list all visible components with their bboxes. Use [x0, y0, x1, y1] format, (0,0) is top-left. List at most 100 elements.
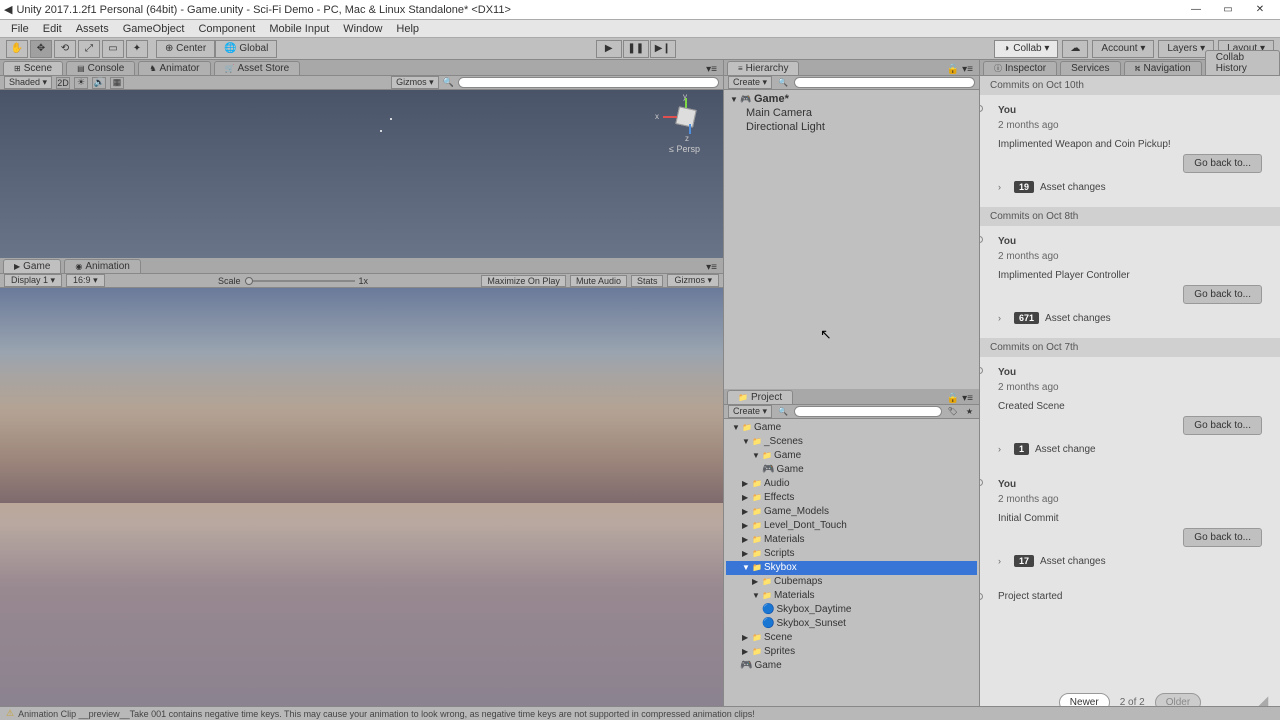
asset-changes-row[interactable]: › 17 Asset changes — [998, 551, 1262, 571]
tab-assetstore[interactable]: 🛒Asset Store — [214, 61, 301, 75]
gizmo-cube[interactable] — [675, 106, 696, 127]
collab-dropdown[interactable]: ◑Collab ▾ — [994, 40, 1058, 58]
menu-window[interactable]: Window — [336, 23, 389, 35]
project-options-icon[interactable]: 🔒 ▾≡ — [941, 393, 979, 404]
hierarchy-tabrow: ≡Hierarchy 🔒 ▾≡ — [724, 60, 979, 76]
menu-assets[interactable]: Assets — [69, 23, 116, 35]
shading-mode[interactable]: Shaded ▾ — [4, 76, 52, 89]
mode-2d-toggle[interactable]: 2D — [56, 77, 70, 89]
lighting-toggle[interactable]: ☀ — [74, 77, 88, 89]
hierarchy-root[interactable]: ▼🎮Game* — [726, 92, 977, 106]
asset-changes-row[interactable]: › 1 Asset change — [998, 439, 1262, 459]
pause-button[interactable]: ❚❚ — [623, 40, 649, 58]
tab-collab-history[interactable]: Collab History — [1205, 50, 1280, 75]
scene-options-icon[interactable]: ▾≡ — [700, 64, 723, 75]
project-folder-scenes[interactable]: ▼📁_Scenes — [726, 435, 977, 449]
minimize-button[interactable]: — — [1180, 1, 1212, 19]
step-button[interactable]: ▶❙ — [650, 40, 676, 58]
project-tree[interactable]: ▼📁Game ▼📁_Scenes ▼📁Game 🎮Game ▶📁Audio ▶📁… — [724, 419, 979, 718]
project-folder-cubemaps[interactable]: ▶📁Cubemaps — [726, 575, 977, 589]
menu-component[interactable]: Component — [191, 23, 262, 35]
hierarchy-item-camera[interactable]: Main Camera — [726, 106, 977, 120]
menu-gameobject[interactable]: GameObject — [116, 23, 192, 35]
cloud-button[interactable]: ☁ — [1062, 40, 1088, 58]
project-scene-game-root[interactable]: 🎮Game — [726, 659, 977, 673]
menu-edit[interactable]: Edit — [36, 23, 69, 35]
scene-view[interactable]: y x z ≤ Persp — [0, 90, 723, 258]
play-button[interactable]: ▶ — [596, 40, 622, 58]
asset-changes-row[interactable]: › 19 Asset changes — [998, 177, 1262, 197]
persp-label[interactable]: ≤ Persp — [669, 144, 700, 154]
mute-audio[interactable]: Mute Audio — [570, 275, 627, 287]
scene-gizmo[interactable]: y x z ≤ Persp — [661, 98, 711, 160]
project-folder-audio[interactable]: ▶📁Audio — [726, 477, 977, 491]
project-folder-skybox[interactable]: ▼📁Skybox — [726, 561, 977, 575]
project-search[interactable] — [794, 406, 942, 417]
close-button[interactable]: ✕ — [1244, 1, 1276, 19]
rotate-tool[interactable]: ⟲ — [54, 40, 76, 58]
project-folder-materials[interactable]: ▶📁Materials — [726, 533, 977, 547]
project-folder-scripts[interactable]: ▶📁Scripts — [726, 547, 977, 561]
tab-animator[interactable]: ♞Animator — [138, 61, 210, 75]
tab-inspector[interactable]: ⓘInspector — [983, 61, 1057, 75]
tab-navigation[interactable]: ⛕Navigation — [1124, 61, 1202, 75]
transform-tool[interactable]: ✦ — [126, 40, 148, 58]
go-back-button[interactable]: Go back to... — [1183, 416, 1262, 435]
menu-file[interactable]: File — [4, 23, 36, 35]
audio-toggle[interactable]: 🔊 — [92, 77, 106, 89]
project-folder-gamemodels[interactable]: ▶📁Game_Models — [726, 505, 977, 519]
asset-changes-row[interactable]: › 671 Asset changes — [998, 308, 1262, 328]
stats-button[interactable]: Stats — [631, 275, 664, 287]
project-folder-sprites[interactable]: ▶📁Sprites — [726, 645, 977, 659]
aspect-dropdown[interactable]: 16:9 ▾ — [66, 274, 105, 287]
project-folder-game[interactable]: ▼📁Game — [726, 421, 977, 435]
scale-tool[interactable]: ⤢ — [78, 40, 100, 58]
project-folder-scene-game[interactable]: ▼📁Game — [726, 449, 977, 463]
go-back-button[interactable]: Go back to... — [1183, 528, 1262, 547]
filter-icon[interactable]: 🏷 — [946, 407, 960, 416]
tab-game[interactable]: ▶Game — [3, 259, 61, 273]
tab-project[interactable]: 📁Project — [727, 390, 793, 404]
go-back-button[interactable]: Go back to... — [1183, 285, 1262, 304]
game-gizmos-dropdown[interactable]: Gizmos ▾ — [667, 274, 719, 287]
hand-tool[interactable]: ✋ — [6, 40, 28, 58]
tab-scene[interactable]: ⊞Scene — [3, 61, 63, 75]
hierarchy-search[interactable] — [794, 77, 975, 88]
tab-services[interactable]: Services — [1060, 61, 1120, 75]
project-folder-skymaterials[interactable]: ▼📁Materials — [726, 589, 977, 603]
project-folder-effects[interactable]: ▶📁Effects — [726, 491, 977, 505]
tab-animation[interactable]: ◉Animation — [64, 259, 140, 273]
pivot-center-button[interactable]: ⊕ Center — [156, 40, 215, 58]
star-icon[interactable]: ★ — [964, 407, 975, 416]
project-material-sunset[interactable]: 🔵Skybox_Sunset — [726, 617, 977, 631]
rect-tool[interactable]: ▭ — [102, 40, 124, 58]
hierarchy-create[interactable]: Create ▾ — [728, 76, 772, 89]
project-folder-scene[interactable]: ▶📁Scene — [726, 631, 977, 645]
tab-hierarchy[interactable]: ≡Hierarchy — [727, 61, 799, 75]
menu-help[interactable]: Help — [389, 23, 426, 35]
project-folder-leveldonttouch[interactable]: ▶📁Level_Dont_Touch — [726, 519, 977, 533]
gizmos-dropdown[interactable]: Gizmos ▾ — [391, 76, 439, 89]
account-dropdown[interactable]: Account ▾ — [1092, 40, 1154, 58]
game-options-icon[interactable]: ▾≡ — [700, 262, 723, 273]
maximize-button[interactable]: ▭ — [1212, 1, 1244, 19]
hierarchy-item-light[interactable]: Directional Light — [726, 120, 977, 134]
game-view[interactable] — [0, 288, 723, 718]
hierarchy-tree[interactable]: ▼🎮Game* Main Camera Directional Light — [724, 90, 979, 389]
pivot-global-button[interactable]: 🌐 Global — [215, 40, 277, 58]
scale-slider[interactable] — [245, 280, 355, 282]
collab-history-panel[interactable]: Commits on Oct 10th You 2 months ago Imp… — [980, 76, 1280, 718]
commit-date-oct7: Commits on Oct 7th — [980, 338, 1280, 357]
project-create[interactable]: Create ▾ — [728, 405, 772, 418]
project-material-daytime[interactable]: 🔵Skybox_Daytime — [726, 603, 977, 617]
scene-search[interactable] — [458, 77, 719, 88]
fx-toggle[interactable]: ▦ — [110, 77, 124, 89]
hierarchy-options-icon[interactable]: 🔒 ▾≡ — [941, 64, 979, 75]
maximize-on-play[interactable]: Maximize On Play — [481, 275, 566, 287]
move-tool[interactable]: ✥ — [30, 40, 52, 58]
menu-mobileinput[interactable]: Mobile Input — [262, 23, 336, 35]
project-scene-game[interactable]: 🎮Game — [726, 463, 977, 477]
tab-console[interactable]: ▤Console — [66, 61, 135, 75]
go-back-button[interactable]: Go back to... — [1183, 154, 1262, 173]
display-dropdown[interactable]: Display 1 ▾ — [4, 274, 62, 287]
